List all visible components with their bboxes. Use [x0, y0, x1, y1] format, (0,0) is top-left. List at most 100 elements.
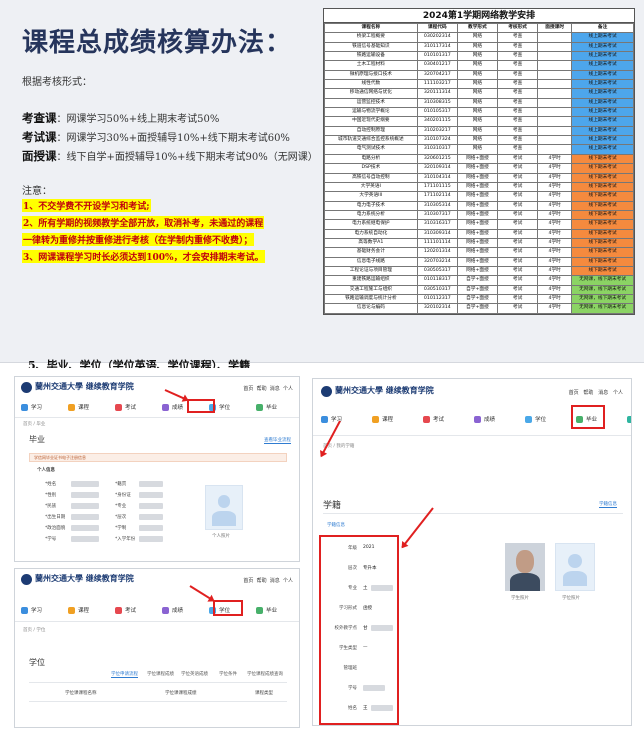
- table-cell: 171101115: [416, 181, 458, 193]
- tab-degree-2[interactable]: 学位英语成绩: [181, 671, 208, 677]
- degree-photo-placeholder[interactable]: [555, 543, 595, 591]
- highlight-box-record: [571, 405, 605, 429]
- tab-degree-0[interactable]: 学位申请流程: [111, 671, 138, 678]
- nav-item[interactable]: 考试: [423, 415, 444, 423]
- field-label: *专业: [115, 504, 127, 509]
- table-cell: 线下期末考试: [571, 200, 634, 211]
- table-title: 2024第1学期网络教学安排: [324, 9, 634, 23]
- note-label: 注意：: [22, 186, 52, 197]
- nav-item[interactable]: 考试: [115, 403, 136, 411]
- table-cell: 考试: [497, 284, 539, 295]
- table-cell: 重建铁路运输组织: [324, 275, 418, 286]
- nav-icon: [372, 415, 380, 423]
- page-title: 学籍: [323, 501, 342, 511]
- record-info-link[interactable]: 学籍信息: [599, 501, 617, 508]
- nav-label: 成绩: [172, 405, 184, 411]
- nav-item[interactable]: 毕业: [256, 403, 277, 411]
- highlight-line-1: 1、不交学费不开设学习和考试;: [22, 199, 151, 212]
- table-cell: 信息电子线路: [324, 256, 418, 267]
- top-links[interactable]: 首页 帮助 消息 个人: [243, 385, 293, 392]
- table-cell: 4学时: [537, 237, 573, 249]
- table-cell: 030505317: [416, 265, 458, 277]
- breadcrumb[interactable]: 首页 / 学位: [23, 627, 45, 633]
- table-cell: 网络: [456, 88, 499, 99]
- photo-placeholder[interactable]: [205, 485, 243, 530]
- table-cell: 无网课，线下期末考试: [571, 275, 634, 286]
- nav-item[interactable]: 学习: [21, 403, 42, 411]
- table-row: 中国近现代史纲要 340201115 网络 考查 线上期末考试: [324, 116, 634, 127]
- nav-icon: [256, 606, 264, 614]
- table-cell: 010105317: [416, 107, 458, 118]
- top-links[interactable]: 首页 帮助 消息 个人: [243, 577, 293, 584]
- table-cell: 中国近现代史纲要: [324, 116, 418, 127]
- table-cell: 网络+面授: [456, 256, 499, 267]
- nav-item[interactable]: 成绩: [162, 606, 183, 614]
- rule-term: 考查课: [22, 111, 57, 125]
- table-cell: 线上期末考试: [571, 41, 634, 53]
- table-cell: 大学英语I: [324, 181, 418, 193]
- field-label: *籍贯: [115, 482, 127, 487]
- table-cell: 线上期末考试: [571, 32, 634, 43]
- table-cell: 考试: [497, 200, 539, 211]
- redacted-value: [139, 503, 163, 509]
- logo-text: 蘭州交通大學 继续教育学院: [335, 385, 434, 395]
- table-cell: [537, 135, 573, 146]
- table-cell: 网络: [456, 69, 499, 81]
- nav-item[interactable]: 成绩: [162, 403, 183, 411]
- table-cell: 考试: [497, 228, 539, 239]
- nav-item[interactable]: 学籍: [627, 415, 631, 423]
- table-cell: 4学时: [537, 181, 573, 193]
- nav-item[interactable]: 课程: [68, 606, 89, 614]
- nav-item[interactable]: 考试: [115, 606, 136, 614]
- nav-item[interactable]: 学位: [525, 415, 546, 423]
- table-cell: 考查: [497, 88, 539, 99]
- redacted-value: [71, 492, 99, 498]
- table-cell: 4学时: [537, 256, 573, 267]
- grading-slide: 课程总成绩核算办法： 根据考核形式： 考查课：网课学习50%+线上期末考试50%…: [0, 0, 644, 363]
- nav-item[interactable]: 课程: [68, 403, 89, 411]
- column-header: 课程类型: [255, 691, 273, 696]
- table-cell: 网络+面授: [456, 191, 499, 202]
- page-title: 学位: [29, 658, 45, 667]
- table-row: 运输与物流学概论 010105317 网络 考查 线上期末考试: [324, 107, 634, 118]
- table-cell: 线上期末考试: [571, 51, 634, 62]
- table-cell: 310309314: [416, 228, 458, 239]
- table-cell: 网络+面授: [456, 200, 499, 211]
- rule-term: 面授课: [22, 149, 57, 163]
- highlight-box-degree: [187, 399, 215, 413]
- highlight-box-fields: [319, 535, 399, 725]
- field-label: *民族: [45, 504, 57, 509]
- table-header-row: 课程名称 课程代码 教学形式 考核形式 面授课时 备注: [324, 22, 634, 34]
- table-cell: 无网课，线下期末考试: [571, 284, 634, 295]
- school-seal-icon: [321, 385, 332, 397]
- table-row: 电力系统自动化 310309314 网络+面授 考试 4学时 线下期末考试: [324, 228, 634, 239]
- nav-icon: [162, 606, 170, 614]
- tab-degree-3[interactable]: 学位条件: [219, 671, 237, 677]
- tab-degree-4[interactable]: 学位课程成绩查询: [247, 671, 283, 677]
- table-cell: [537, 107, 573, 118]
- nav-label: 毕业: [266, 405, 278, 411]
- table-cell: 电路分析: [324, 153, 418, 165]
- photo-caption: 学位照片: [562, 596, 580, 601]
- nav-item[interactable]: 学习: [21, 606, 42, 614]
- table-cell: 340201115: [416, 116, 458, 127]
- table-cell: 4学时: [537, 275, 573, 286]
- nav-item[interactable]: 课程: [372, 415, 393, 423]
- table-cell: 自学+面授: [456, 303, 499, 314]
- breadcrumb[interactable]: 首页 / 毕业: [23, 421, 45, 427]
- field-label: *性别: [45, 493, 57, 498]
- nav-icon: [256, 403, 264, 411]
- table-row: 电力电子技术 310305314 网络+面授 考试 4学时 线下期末考试: [324, 200, 634, 211]
- table-cell: 网络+面授: [456, 237, 499, 249]
- nav-item[interactable]: 成绩: [474, 415, 495, 423]
- field-label: *学号: [45, 537, 57, 542]
- table-cell: 自学+面授: [456, 275, 499, 286]
- nav-item[interactable]: 毕业: [256, 606, 277, 614]
- top-links[interactable]: 首页 帮助 消息 个人: [569, 389, 623, 396]
- view-process-link[interactable]: 查看毕业流程: [264, 437, 291, 444]
- table-cell: 320111314: [416, 88, 458, 99]
- tab-degree-1[interactable]: 学位课程成绩: [147, 671, 174, 677]
- rule-text: ：网课学习30%+面授辅导10%+线下期末考试60%: [56, 133, 290, 144]
- table-row: 信息论与编码 320102314 自学+面授 考试 4学时 无网课，线下期末考试: [324, 303, 634, 314]
- table-cell: 线上期末考试: [571, 107, 634, 118]
